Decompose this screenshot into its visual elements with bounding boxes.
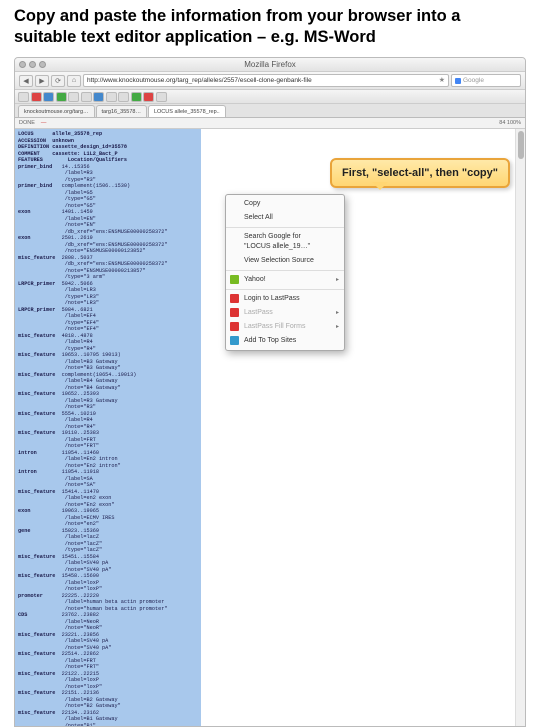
context-menu-item: LastPass Fill Forms <box>226 320 344 334</box>
back-button[interactable]: ◀ <box>19 75 33 87</box>
lp-icon <box>230 294 239 303</box>
forward-button[interactable]: ▶ <box>35 75 49 87</box>
bookmark-bar <box>15 90 525 104</box>
bookmark-item[interactable] <box>18 92 29 102</box>
instruction-callout: First, "select-all", then "copy" <box>330 158 510 188</box>
url-field[interactable]: http://www.knockoutmouse.org/targ_rep/al… <box>83 74 449 87</box>
status-left: DONE <box>19 120 35 126</box>
bookmark-item[interactable] <box>68 92 79 102</box>
status-right: 84 100% <box>499 120 521 126</box>
ts-icon <box>230 336 239 345</box>
tab[interactable]: knockoutmouse.org/targ… <box>18 105 95 117</box>
window-title-bar: Mozilla Firefox <box>15 58 525 72</box>
bookmark-item[interactable] <box>43 92 54 102</box>
reload-button[interactable]: ⟳ <box>51 75 65 87</box>
scrollbar[interactable] <box>515 129 525 726</box>
selected-text-block[interactable]: LOCUS allele_35578_repACCESSION unknownD… <box>15 129 201 726</box>
home-button[interactable]: ⌂ <box>67 75 81 87</box>
search-field[interactable]: Google <box>451 74 521 87</box>
bookmark-item[interactable] <box>56 92 67 102</box>
tab-bar: knockoutmouse.org/targ… targ16_35578… LO… <box>15 104 525 118</box>
slide-title: Copy and paste the information from your… <box>0 0 540 57</box>
bookmark-item[interactable] <box>156 92 167 102</box>
context-menu-item[interactable]: Add To Top Sites <box>226 334 344 348</box>
lp2-icon <box>230 322 239 331</box>
context-menu-item[interactable]: Search Google for "LOCUS allele_19…" <box>226 230 344 254</box>
traffic-lights[interactable] <box>19 61 46 68</box>
tab-active[interactable]: LOCUS allele_35578_rep.. <box>148 105 226 117</box>
context-menu-item[interactable]: Select All <box>226 211 344 225</box>
bookmark-item[interactable] <box>93 92 104 102</box>
status-mid: — <box>41 120 47 126</box>
tab[interactable]: targ16_35578… <box>96 105 147 117</box>
nav-toolbar: ◀ ▶ ⟳ ⌂ http://www.knockoutmouse.org/tar… <box>15 72 525 90</box>
bookmark-item[interactable] <box>131 92 142 102</box>
bookmark-item[interactable] <box>118 92 129 102</box>
bookmark-item[interactable] <box>106 92 117 102</box>
context-menu-item[interactable]: Yahoo! <box>226 273 344 287</box>
bookmark-item[interactable] <box>31 92 42 102</box>
bookmark-item[interactable] <box>143 92 154 102</box>
lp-icon <box>230 308 239 317</box>
context-menu-item: LastPass <box>226 306 344 320</box>
y-icon <box>230 275 239 284</box>
context-menu-item[interactable]: Login to LastPass <box>226 292 344 306</box>
window-title: Mozilla Firefox <box>244 60 296 69</box>
status-bar: DONE — 84 100% <box>15 118 525 129</box>
bookmark-item[interactable] <box>81 92 92 102</box>
context-menu: CopySelect All Search Google for "LOCUS a… <box>225 194 345 351</box>
context-menu-item[interactable]: View Selection Source <box>226 254 344 268</box>
context-menu-item[interactable]: Copy <box>226 197 344 211</box>
